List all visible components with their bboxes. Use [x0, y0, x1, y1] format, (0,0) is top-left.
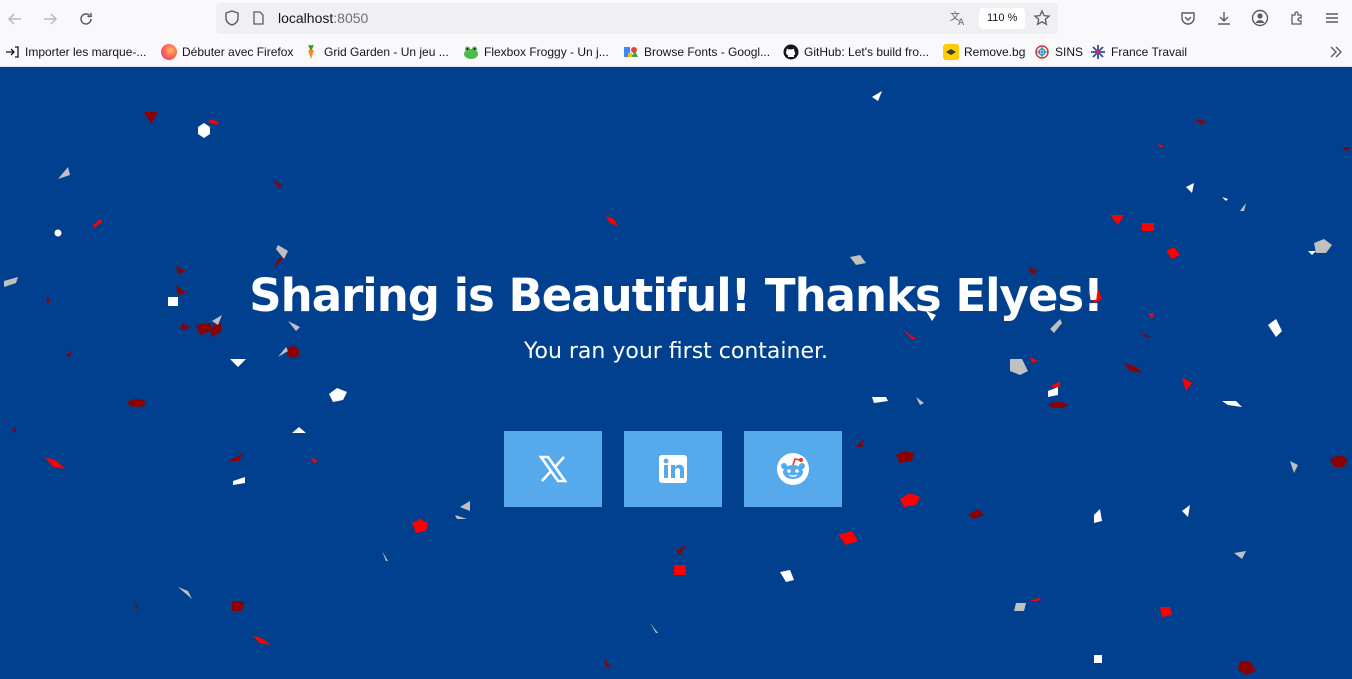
bookmark-label: Importer les marque-...: [25, 45, 147, 59]
browser-toolbar: localhost:8050 文A 110 %: [0, 0, 1352, 37]
svg-text:A: A: [958, 18, 965, 27]
github-icon: [783, 44, 799, 60]
bookmark-label: Flexbox Froggy - Un j...: [484, 45, 609, 59]
account-icon: [1251, 9, 1269, 27]
bookmark-import[interactable]: Importer les marque-...: [4, 43, 146, 61]
bookmark-france-travail[interactable]: France Travail: [1090, 43, 1187, 61]
share-reddit-button[interactable]: [744, 431, 842, 507]
shield-icon[interactable]: [223, 9, 241, 27]
double-chevron-right-icon: [1330, 46, 1342, 58]
menu-button[interactable]: [1322, 8, 1342, 28]
bookmark-google-fonts[interactable]: Browse Fonts - Googl...: [623, 43, 770, 61]
translate-icon[interactable]: 文A: [949, 9, 967, 27]
page-subtitle: You ran your first container.: [523, 339, 829, 364]
arrow-left-icon: [7, 13, 21, 25]
import-icon: [4, 44, 20, 60]
zoom-level[interactable]: 110 %: [979, 8, 1026, 29]
confetti-pieces: [4, 91, 1352, 675]
extensions-button[interactable]: [1287, 8, 1307, 28]
bookmark-flexbox-froggy[interactable]: Flexbox Froggy - Un j...: [463, 43, 609, 61]
puzzle-icon: [1291, 11, 1302, 25]
bookmark-sins[interactable]: SINS: [1034, 43, 1083, 61]
arrow-right-icon: [44, 13, 58, 25]
forward-button[interactable]: [37, 6, 63, 32]
account-button[interactable]: [1250, 8, 1270, 28]
url-bar[interactable]: localhost:8050 文A 110 %: [216, 3, 1058, 34]
bookmark-grid-garden[interactable]: Grid Garden - Un jeu ...: [303, 43, 449, 61]
share-linkedin-button[interactable]: [624, 431, 722, 507]
bookmark-label: France Travail: [1111, 45, 1188, 59]
star-icon[interactable]: [1033, 9, 1051, 27]
x-icon: [538, 455, 568, 483]
carrot-icon: [303, 44, 319, 60]
bookmark-label: Grid Garden - Un jeu ...: [324, 45, 449, 59]
url-text[interactable]: localhost:8050: [278, 10, 368, 26]
back-button[interactable]: [2, 6, 28, 32]
bookmark-label: GitHub: Let's build fro...: [804, 45, 930, 59]
firefox-icon: [161, 44, 177, 60]
removebg-icon: [943, 44, 959, 60]
pocket-icon: [1181, 12, 1195, 25]
share-x-button[interactable]: [504, 431, 602, 507]
linkedin-icon: [659, 455, 687, 483]
page-heading: Sharing is Beautiful! Thanks Elyes!: [249, 269, 1103, 322]
frog-icon: [463, 44, 479, 60]
reload-button[interactable]: [73, 6, 99, 32]
bookmark-removebg[interactable]: Remove.bg: [943, 43, 1025, 61]
hamburger-menu-icon: [1326, 13, 1338, 23]
bookmark-label: Remove.bg: [964, 45, 1026, 59]
downloads-button[interactable]: [1214, 8, 1234, 28]
page-content: Sharing is Beautiful! Thanks Elyes! You …: [0, 67, 1352, 679]
sins-icon: [1034, 44, 1050, 60]
bookmarks-toolbar: Importer les marque-... Débuter avec Fir…: [0, 37, 1352, 67]
confetti-layer: [4, 91, 1352, 675]
france-travail-icon: [1090, 44, 1106, 60]
bookmark-github[interactable]: GitHub: Let's build fro...: [783, 43, 929, 61]
bookmark-label: SINS: [1055, 45, 1084, 59]
download-icon: [1218, 12, 1230, 25]
bookmark-firefox[interactable]: Débuter avec Firefox: [161, 43, 293, 61]
bookmark-label: Browse Fonts - Googl...: [644, 45, 771, 59]
reload-icon: [80, 13, 92, 25]
bookmarks-overflow-button[interactable]: [1328, 44, 1344, 63]
pocket-button[interactable]: [1178, 8, 1198, 28]
bookmark-label: Débuter avec Firefox: [182, 45, 294, 59]
reddit-icon: [777, 453, 809, 485]
page-icon: [253, 11, 264, 25]
google-fonts-icon: [623, 44, 639, 60]
